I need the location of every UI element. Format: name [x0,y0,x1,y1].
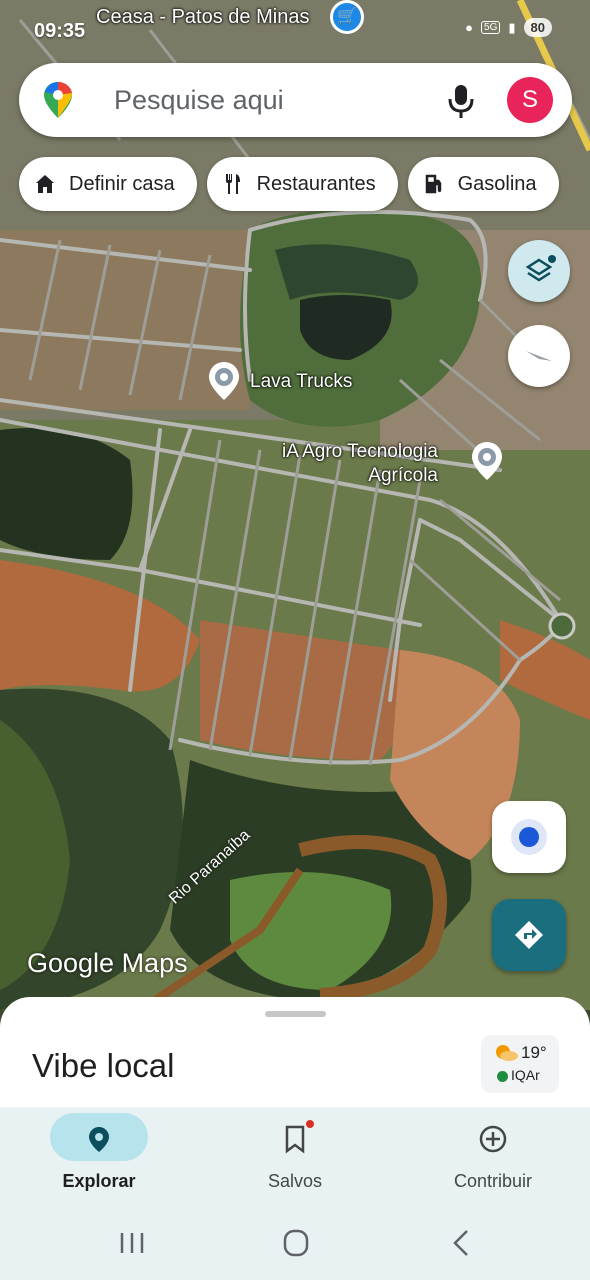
bottom-sheet[interactable]: Vibe local 19° IQAr [0,997,590,1117]
home-icon [36,175,54,193]
search-input[interactable]: Pesquise aqui [114,85,284,116]
weather-temperature: 19° [521,1043,547,1062]
nav-label: Explorar [62,1171,136,1191]
place-label-lava-trucks[interactable]: Lava Trucks [250,370,352,394]
nav-explore[interactable]: Explorar [24,1107,174,1207]
google-maps-watermark: Google Maps [27,948,188,978]
home-button-icon[interactable] [276,1227,316,1259]
status-time: 09:35 [34,20,86,42]
bottom-navigation: Explorar Salvos Contribuir [0,1107,590,1207]
category-chips: Definir casa Restaurantes Gasolina [19,157,559,211]
sheet-drag-handle[interactable] [265,1011,326,1017]
location-status-icon: ● [465,20,474,35]
layers-button[interactable] [508,240,570,302]
chip-gas[interactable]: Gasolina [407,157,559,211]
signal-icon: ▮ [508,19,516,35]
weather-widget[interactable]: 19° IQAr [481,1035,559,1093]
chip-label: Definir casa [69,172,175,195]
nav-saved[interactable]: Salvos [220,1107,370,1207]
bookmark-icon [285,1125,305,1154]
microphone-icon[interactable] [443,81,479,121]
search-bar[interactable]: Pesquise aqui S [19,63,572,137]
system-navigation-bar [0,1207,590,1280]
layers-icon [525,255,556,282]
place-label-ia-agro[interactable]: iA Agro Tecnologia Agrícola [282,440,438,488]
air-quality-dot [497,1071,508,1082]
explore-pin-icon [89,1127,109,1152]
shopping-cart-pin-icon[interactable]: 🛒 [330,0,364,34]
battery-icon: 80 [523,18,552,37]
nav-label: Contribuir [453,1171,533,1191]
chip-label: Gasolina [457,172,537,195]
sheet-title: Vibe local [32,1047,175,1084]
add-circle-icon [479,1125,507,1153]
avatar[interactable]: S [507,77,553,123]
place-pin-icon[interactable] [206,360,242,404]
nav-contribute[interactable]: Contribuir [418,1107,568,1207]
map-place-label[interactable]: Ceasa - Patos de Minas [96,6,309,29]
restaurant-icon [225,174,240,194]
compass-button[interactable] [508,325,570,387]
status-icons: ● 5G ▮ 80 [465,18,552,37]
gas-station-icon [425,174,441,194]
chip-restaurants[interactable]: Restaurantes [206,157,398,211]
my-location-button[interactable] [492,801,566,873]
partly-sunny-icon [496,1045,518,1061]
google-maps-logo-icon [44,82,72,118]
recent-apps-icon[interactable] [112,1227,152,1259]
directions-icon [515,921,543,949]
network-type-icon: 5G [481,21,501,34]
notification-dot [306,1120,314,1128]
chip-set-home[interactable]: Definir casa [19,157,197,211]
back-icon[interactable] [442,1227,482,1259]
chip-label: Restaurantes [256,172,376,195]
map-view[interactable]: 09:35 ● 5G ▮ 80 Ceasa - Patos de Minas 🛒… [0,0,590,1010]
directions-button[interactable] [492,899,566,971]
nav-label: Salvos [267,1171,323,1191]
compass-icon [526,351,552,361]
air-quality-label: IQAr [511,1067,540,1083]
place-pin-icon[interactable] [469,440,505,484]
